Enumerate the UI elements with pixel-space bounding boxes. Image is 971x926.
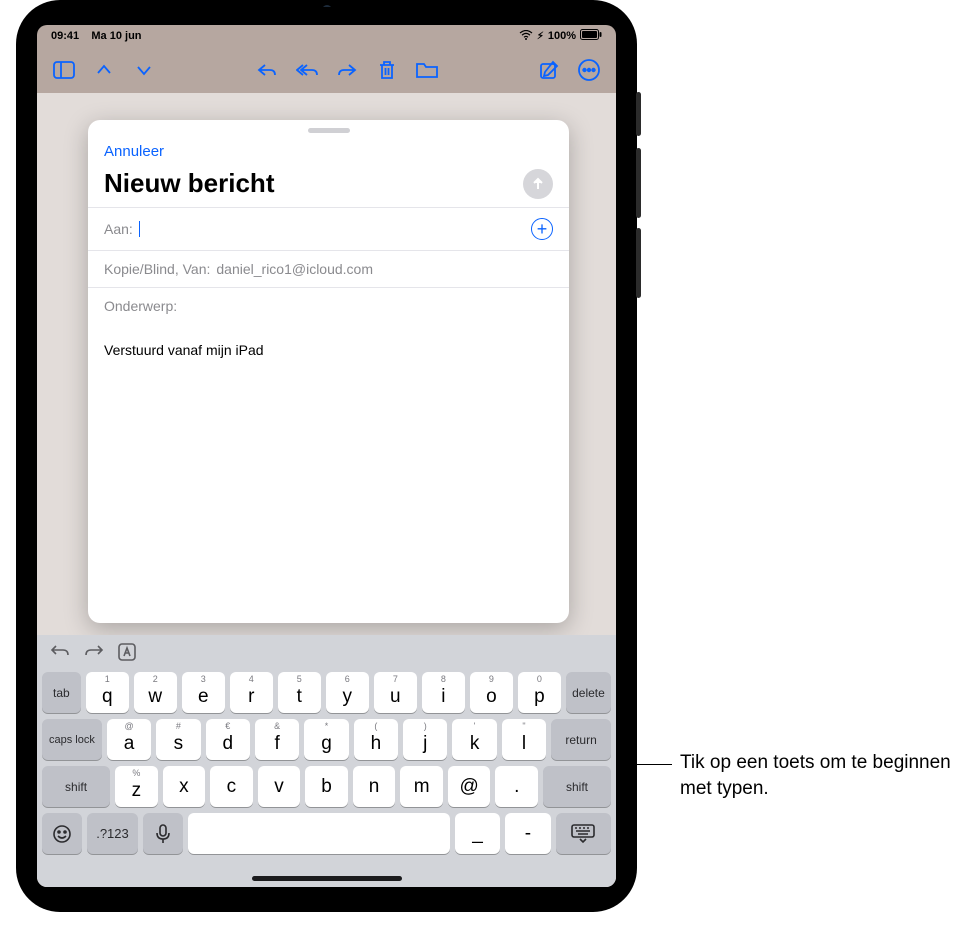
key-u[interactable]: 7u	[374, 672, 417, 713]
send-button[interactable]	[523, 169, 553, 199]
callout-text: Tik op een toets om te beginnen met type…	[680, 750, 960, 801]
battery-icon	[580, 29, 602, 43]
reply-all-icon[interactable]	[292, 55, 322, 85]
callout-leader	[624, 764, 672, 765]
power-button	[636, 92, 641, 136]
more-icon[interactable]	[574, 55, 604, 85]
screen: 09:41 Ma 10 jun ⚡︎ 100%	[37, 25, 616, 887]
move-folder-icon[interactable]	[412, 55, 442, 85]
key-p[interactable]: 0p	[518, 672, 561, 713]
tab-key[interactable]: tab	[42, 672, 81, 713]
volume-down-button	[636, 228, 641, 298]
mail-toolbar	[37, 47, 616, 93]
capslock-key[interactable]: caps lock	[42, 719, 102, 760]
emoji-key[interactable]	[42, 813, 82, 854]
key-v[interactable]: v	[258, 766, 301, 807]
number-switch-key[interactable]: .?123	[87, 813, 137, 854]
key-f[interactable]: &f	[255, 719, 299, 760]
underscore-key[interactable]: _	[455, 813, 500, 854]
volume-up-button	[636, 148, 641, 218]
key-@[interactable]: @	[448, 766, 491, 807]
next-message-icon[interactable]	[129, 55, 159, 85]
to-field[interactable]: Aan: +	[88, 207, 569, 250]
hyphen-key[interactable]: -	[505, 813, 550, 854]
key-h[interactable]: (h	[354, 719, 398, 760]
reply-icon[interactable]	[252, 55, 282, 85]
key-i[interactable]: 8i	[422, 672, 465, 713]
ipad-frame: 09:41 Ma 10 jun ⚡︎ 100%	[16, 0, 637, 912]
signature-text: Verstuurd vanaf mijn iPad	[104, 342, 264, 358]
text-cursor	[139, 221, 140, 237]
to-label: Aan:	[104, 221, 133, 237]
status-time: 09:41	[51, 30, 79, 42]
compose-title: Nieuw bericht	[104, 168, 274, 199]
delete-key[interactable]: delete	[566, 672, 611, 713]
key-o[interactable]: 9o	[470, 672, 513, 713]
compose-sheet: Annuleer Nieuw bericht Aan: + Kopie/Blin…	[88, 120, 569, 623]
key-x[interactable]: x	[163, 766, 206, 807]
status-bar: 09:41 Ma 10 jun ⚡︎ 100%	[37, 25, 616, 47]
key-w[interactable]: 2w	[134, 672, 177, 713]
forward-icon[interactable]	[332, 55, 362, 85]
wifi-icon	[519, 30, 533, 43]
subject-field[interactable]: Onderwerp:	[88, 287, 569, 324]
redo-icon[interactable]	[84, 643, 104, 666]
cc-from-value: daniel_rico1@icloud.com	[216, 261, 373, 277]
onscreen-keyboard: tab 1q2w3e4r5t6y7u8i9o0pdelete caps lock…	[37, 635, 616, 887]
key-s[interactable]: #s	[156, 719, 200, 760]
key-b[interactable]: b	[305, 766, 348, 807]
add-contact-button[interactable]: +	[531, 218, 553, 240]
cancel-button[interactable]: Annuleer	[104, 137, 164, 168]
dictate-key[interactable]	[143, 813, 183, 854]
home-indicator[interactable]	[252, 876, 402, 881]
format-icon[interactable]	[118, 643, 136, 666]
shift-left-key[interactable]: shift	[42, 766, 110, 807]
compose-body[interactable]: Verstuurd vanaf mijn iPad	[88, 324, 569, 376]
key-y[interactable]: 6y	[326, 672, 369, 713]
key-d[interactable]: €d	[206, 719, 250, 760]
key-n[interactable]: n	[353, 766, 396, 807]
cc-label: Kopie/Blind, Van:	[104, 261, 210, 277]
undo-icon[interactable]	[50, 643, 70, 666]
trash-icon[interactable]	[372, 55, 402, 85]
battery-percent: 100%	[548, 30, 576, 42]
key-t[interactable]: 5t	[278, 672, 321, 713]
key-m[interactable]: m	[400, 766, 443, 807]
status-date: Ma 10 jun	[91, 30, 141, 42]
key-l[interactable]: "l	[502, 719, 546, 760]
key-z[interactable]: %z	[115, 766, 158, 807]
key-.[interactable]: .	[495, 766, 538, 807]
key-c[interactable]: c	[210, 766, 253, 807]
key-g[interactable]: *g	[304, 719, 348, 760]
key-q[interactable]: 1q	[86, 672, 129, 713]
key-r[interactable]: 4r	[230, 672, 273, 713]
key-k[interactable]: 'k	[452, 719, 496, 760]
dismiss-keyboard-key[interactable]	[556, 813, 611, 854]
prev-message-icon[interactable]	[89, 55, 119, 85]
cc-field[interactable]: Kopie/Blind, Van: daniel_rico1@icloud.co…	[88, 250, 569, 287]
shift-right-key[interactable]: shift	[543, 766, 611, 807]
sidebar-toggle-icon[interactable]	[49, 55, 79, 85]
key-e[interactable]: 3e	[182, 672, 225, 713]
subject-label: Onderwerp:	[104, 298, 177, 314]
key-a[interactable]: @a	[107, 719, 151, 760]
space-key[interactable]	[188, 813, 450, 854]
key-j[interactable]: )j	[403, 719, 447, 760]
return-key[interactable]: return	[551, 719, 611, 760]
compose-icon[interactable]	[534, 55, 564, 85]
